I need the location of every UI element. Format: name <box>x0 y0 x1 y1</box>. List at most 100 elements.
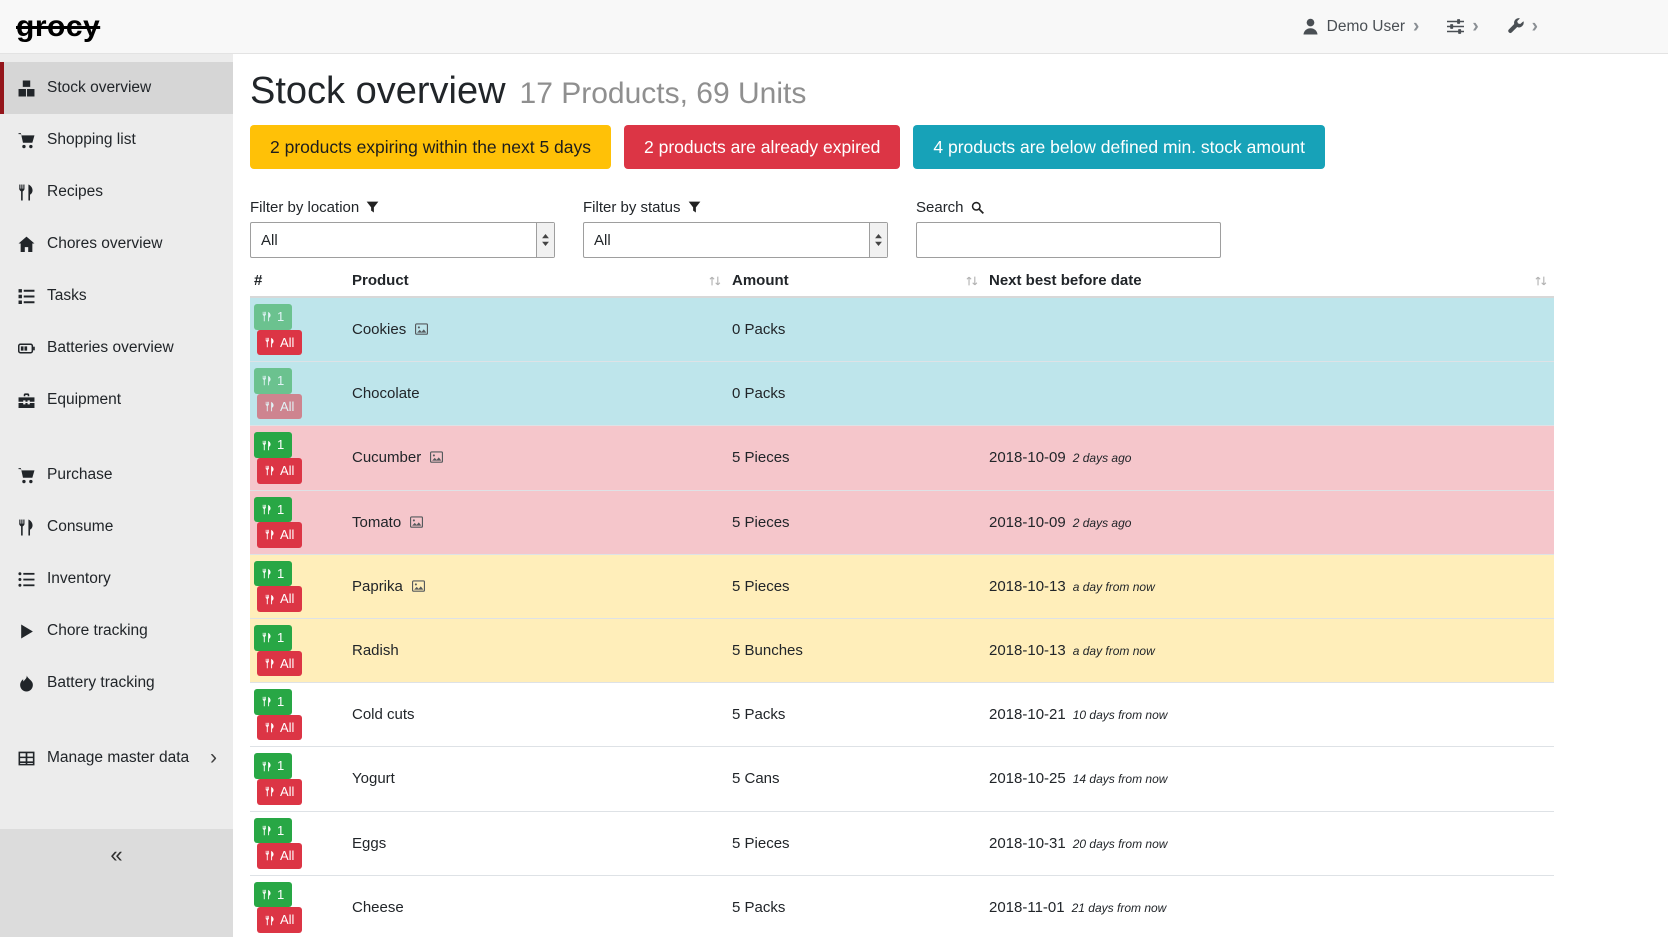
amount-cell: 0 Packs <box>728 362 985 426</box>
sidebar-item-inventory[interactable]: Inventory <box>0 553 233 605</box>
consume-all-button[interactable]: All <box>257 843 302 869</box>
search-input[interactable] <box>916 222 1221 258</box>
sidebar-item-batteries-overview[interactable]: Batteries overview <box>0 322 233 374</box>
product-image-icon[interactable] <box>429 451 444 464</box>
alert-info[interactable]: 4 products are below defined min. stock … <box>913 125 1325 169</box>
consume-one-button[interactable]: 1 <box>254 368 292 394</box>
product-image-icon[interactable] <box>411 580 426 593</box>
user-menu[interactable]: Demo User › <box>1302 17 1420 36</box>
date-cell: 2018-10-092 days ago <box>985 490 1554 554</box>
consume-one-label: 1 <box>277 630 284 646</box>
header-product[interactable]: Product <box>348 268 728 297</box>
app-logo[interactable]: grocy <box>16 10 100 44</box>
utensils-icon <box>265 850 275 861</box>
header-date[interactable]: Next best before date <box>985 268 1554 297</box>
consume-one-button[interactable]: 1 <box>254 497 292 523</box>
sidebar-item-label: Chore tracking <box>47 622 148 640</box>
sidebar-item-stock-overview[interactable]: Stock overview <box>0 62 233 114</box>
sliders-menu[interactable]: › <box>1447 17 1478 36</box>
sidebar-item-chores-overview[interactable]: Chores overview <box>0 218 233 270</box>
sidebar-item-manage-master-data[interactable]: Manage master data › <box>0 732 233 784</box>
utensils-icon <box>262 889 272 900</box>
status-filter: Filter by status All <box>583 199 888 258</box>
best-before-relative: 20 days from now <box>1073 837 1168 851</box>
consume-all-button[interactable]: All <box>257 522 302 548</box>
header-date-label: Next best before date <box>989 272 1142 289</box>
wrench-menu[interactable]: › <box>1507 17 1538 36</box>
user-menu-label: Demo User <box>1327 18 1405 36</box>
sort-icon <box>708 274 722 288</box>
amount-cell: 5 Bunches <box>728 618 985 682</box>
amount-cell: 0 Packs <box>728 297 985 362</box>
consume-all-label: All <box>280 463 294 479</box>
sidebar-item-label: Shopping list <box>47 131 136 149</box>
product-name[interactable]: Cookies <box>352 321 406 338</box>
sidebar-item-consume[interactable]: Consume <box>0 501 233 553</box>
consume-all-button[interactable]: All <box>257 779 302 805</box>
product-name[interactable]: Cucumber <box>352 449 421 466</box>
status-select[interactable]: All <box>583 222 888 258</box>
consume-one-label: 1 <box>277 566 284 582</box>
consume-one-button[interactable]: 1 <box>254 625 292 651</box>
product-name[interactable]: Chocolate <box>352 385 420 402</box>
consume-one-button[interactable]: 1 <box>254 432 292 458</box>
header-amount[interactable]: Amount <box>728 268 985 297</box>
consume-all-button[interactable]: All <box>257 715 302 741</box>
location-select[interactable]: All <box>250 222 555 258</box>
date-cell: 2018-10-13a day from now <box>985 554 1554 618</box>
utensils-icon <box>265 722 275 733</box>
select-arrows-icon <box>869 223 887 257</box>
product-name[interactable]: Eggs <box>352 835 386 852</box>
actions-cell: 1 All <box>250 683 348 747</box>
consume-all-button[interactable]: All <box>257 651 302 677</box>
chevron-right-icon: › <box>1532 17 1538 36</box>
actions-cell: 1 All <box>250 297 348 362</box>
product-name[interactable]: Cold cuts <box>352 706 415 723</box>
utensils-icon <box>262 504 272 515</box>
sidebar-item-shopping-list[interactable]: Shopping list <box>0 114 233 166</box>
consume-one-button[interactable]: 1 <box>254 882 292 908</box>
alert-warning[interactable]: 2 products expiring within the next 5 da… <box>250 125 611 169</box>
consume-one-label: 1 <box>277 758 284 774</box>
actions-cell: 1 All <box>250 490 348 554</box>
alert-danger[interactable]: 2 products are already expired <box>624 125 900 169</box>
battery-icon <box>16 340 36 357</box>
actions-cell: 1 All <box>250 426 348 490</box>
consume-one-button[interactable]: 1 <box>254 753 292 779</box>
product-name[interactable]: Tomato <box>352 514 401 531</box>
utensils-icon <box>265 594 275 605</box>
best-before-date: 2018-10-31 <box>989 835 1066 852</box>
product-image-icon[interactable] <box>409 516 424 529</box>
sidebar-item-equipment[interactable]: Equipment <box>0 374 233 426</box>
sidebar-item-recipes[interactable]: Recipes <box>0 166 233 218</box>
sidebar-item-label: Recipes <box>47 183 103 201</box>
consume-all-button[interactable]: All <box>257 586 302 612</box>
product-name[interactable]: Paprika <box>352 578 403 595</box>
sidebar-item-battery-tracking[interactable]: Battery tracking <box>0 657 233 709</box>
product-name[interactable]: Radish <box>352 642 399 659</box>
product-image-icon[interactable] <box>414 323 429 336</box>
consume-one-button[interactable]: 1 <box>254 689 292 715</box>
sidebar-item-label: Tasks <box>47 287 87 305</box>
utensils-icon <box>262 632 272 643</box>
sidebar-collapse-button[interactable]: « <box>0 829 233 937</box>
consume-one-button[interactable]: 1 <box>254 561 292 587</box>
best-before-date: 2018-10-25 <box>989 770 1066 787</box>
utensils-icon <box>262 696 272 707</box>
utensils-icon <box>16 184 36 201</box>
product-name[interactable]: Cheese <box>352 899 404 916</box>
consume-all-button[interactable]: All <box>257 458 302 484</box>
sidebar-item-purchase[interactable]: Purchase <box>0 449 233 501</box>
consume-one-label: 1 <box>277 887 284 903</box>
sidebar-item-tasks[interactable]: Tasks <box>0 270 233 322</box>
list-icon <box>16 571 36 588</box>
consume-all-button[interactable]: All <box>257 394 302 420</box>
product-name[interactable]: Yogurt <box>352 770 395 787</box>
consume-one-button[interactable]: 1 <box>254 818 292 844</box>
consume-one-button[interactable]: 1 <box>254 304 292 330</box>
sidebar-item-chore-tracking[interactable]: Chore tracking <box>0 605 233 657</box>
utensils-icon <box>262 311 272 322</box>
consume-all-button[interactable]: All <box>257 330 302 356</box>
consume-all-button[interactable]: All <box>257 907 302 933</box>
stock-row-cucumber: 1 All Cucumber 5 Pieces 2018-10-092 days… <box>250 426 1554 490</box>
